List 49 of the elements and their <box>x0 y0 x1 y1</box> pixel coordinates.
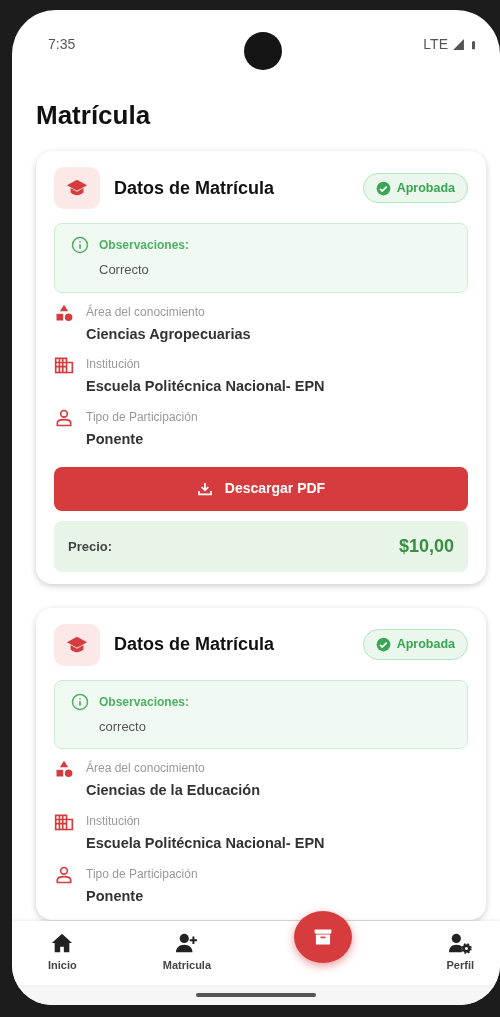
person-icon <box>54 864 74 885</box>
observations-text: correcto <box>99 717 147 736</box>
observations-text: Correcto <box>99 261 150 279</box>
detail-label: Tipo de Participación <box>86 409 198 426</box>
building-icon <box>54 812 74 832</box>
detail-label: Institución <box>86 356 142 374</box>
archive-button[interactable] <box>294 911 352 963</box>
detail-value: Escuela Politécnica Nacional- EPN <box>86 834 325 853</box>
detail-label: Área del conocimiento <box>86 759 206 778</box>
person-gear-icon <box>448 932 473 955</box>
person-icon <box>54 408 74 428</box>
nav-tab[interactable]: Inicio <box>48 932 77 974</box>
page-title: Matrícula <box>36 99 152 132</box>
download-button[interactable]: Descargar PDF <box>54 466 468 511</box>
info-icon <box>71 236 89 254</box>
home-icon <box>50 932 75 955</box>
detail-label: Tipo de Participación <box>86 865 198 883</box>
price-value: $10,00 <box>398 534 454 558</box>
nav-tab[interactable]: Perfil <box>446 932 474 974</box>
network-label: LTE <box>423 35 448 54</box>
person-add-icon <box>174 932 199 955</box>
check-circle-icon <box>375 637 391 653</box>
info-icon <box>71 692 89 711</box>
shapes-icon <box>54 302 74 323</box>
detail-label: Área del conocimiento <box>86 303 206 321</box>
graduation-cap-icon <box>54 623 100 666</box>
status-label: Aprobada <box>396 179 455 197</box>
archive-box-icon <box>312 927 334 947</box>
card-title: Datos de Matrícula <box>114 176 275 200</box>
status-label: Aprobada <box>396 636 455 654</box>
shapes-icon <box>54 759 74 780</box>
price-label: Precio: <box>68 537 113 556</box>
detail-value: Ponente <box>86 430 145 449</box>
observations-label: Observaciones: <box>99 237 190 254</box>
detail-value: Ciencias de la Educación <box>86 781 261 801</box>
detail-value: Escuela Politécnica Nacional- EPN <box>86 377 325 397</box>
status-time: 7:35 <box>48 35 76 54</box>
signal-icon <box>452 38 465 51</box>
observations-label: Observaciones: <box>99 693 190 711</box>
detail-label: Institución <box>86 813 142 830</box>
nav-tab[interactable]: Matricula <box>162 932 212 974</box>
building-icon <box>54 355 74 376</box>
download-icon <box>196 480 213 497</box>
check-circle-icon <box>375 180 391 196</box>
graduation-cap-icon <box>54 167 100 209</box>
detail-value: Ciencias Agropecuarias <box>86 324 251 344</box>
camera-hole <box>244 32 282 70</box>
card-title: Datos de Matrícula <box>114 633 275 657</box>
detail-value: Ponente <box>86 886 145 906</box>
